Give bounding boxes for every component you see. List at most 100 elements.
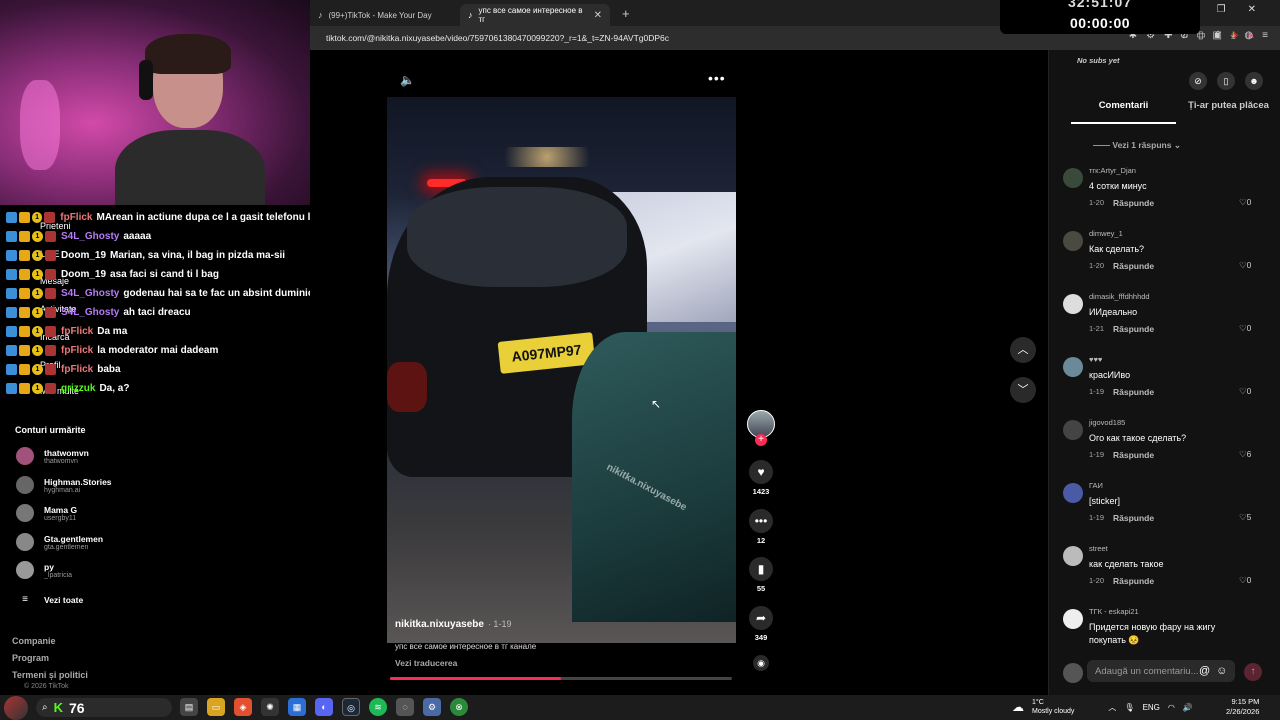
following-item[interactable]: py _lpatricia	[16, 561, 72, 579]
weather-widget[interactable]: 1°C Mostly cloudy	[1032, 698, 1074, 716]
close-tab-icon[interactable]: ✕	[594, 10, 602, 21]
author-name[interactable]: nikitka.nixuyasebe	[395, 619, 484, 630]
vpn-icon[interactable]: ◍	[1244, 30, 1253, 41]
user-avatar-icon[interactable]: ☻	[1245, 72, 1263, 90]
comment-like-button[interactable]: ♡0	[1239, 197, 1251, 208]
comment-username[interactable]: dimasik_fffdhhhdd	[1089, 292, 1150, 301]
follow-plus-icon[interactable]: +	[755, 434, 767, 446]
comment-like-button[interactable]: ♡0	[1239, 386, 1251, 397]
next-video-button[interactable]: ﹀	[1010, 377, 1036, 403]
steam-icon[interactable]: ◎	[342, 698, 360, 716]
language-indicator[interactable]: ENG	[1143, 703, 1160, 712]
chat-username[interactable]: fpFlick	[61, 326, 93, 337]
following-item[interactable]: Gta.gentlemen gta.gentlemen	[16, 533, 103, 551]
comment-username[interactable]: ТГК - eskapi21	[1089, 607, 1139, 616]
avatar[interactable]	[1063, 609, 1083, 629]
taskbar-search[interactable]: ⌕ K 76	[36, 698, 172, 717]
comment-username[interactable]: ♥♥♥	[1089, 355, 1102, 364]
download-icon[interactable]: ⤓	[1231, 30, 1235, 41]
app-icon[interactable]: ◌	[396, 698, 414, 716]
spotify-icon[interactable]: ≋	[369, 698, 387, 716]
avatar[interactable]	[1063, 546, 1083, 566]
chat-username[interactable]: S4L_Ghosty	[61, 288, 119, 299]
comment-username[interactable]: ГАИ	[1089, 481, 1103, 490]
see-translation-button[interactable]: Vezi traducerea	[395, 658, 457, 668]
clock[interactable]: 9:15 PM 2/26/2026	[1226, 697, 1259, 717]
mention-icon[interactable]: @	[1199, 665, 1210, 677]
view-replies-toggle[interactable]: —— Vezi 1 răspuns ⌄	[1093, 140, 1181, 151]
reply-button[interactable]: Răspunde	[1113, 198, 1154, 208]
reply-button[interactable]: Răspunde	[1113, 576, 1154, 586]
chat-username[interactable]: S4L_Ghosty	[61, 307, 119, 318]
video-player[interactable]: A097MP97 nikitka.nixuyasebe	[387, 97, 736, 643]
following-item[interactable]: Mama Gusergby11	[16, 504, 77, 522]
comment-like-button[interactable]: ♡0	[1239, 575, 1251, 586]
footer-program[interactable]: Program	[12, 650, 88, 667]
save-button[interactable]: ▮ 55	[745, 557, 777, 593]
chat-username[interactable]: fpFlick	[60, 212, 92, 223]
phone-icon[interactable]: ▯	[1217, 72, 1235, 90]
send-comment-button[interactable]: ↑	[1244, 663, 1262, 681]
tab-you-may-like[interactable]: Ți-ar putea plăcea	[1176, 100, 1280, 124]
chat-username[interactable]: fpFlick	[61, 364, 93, 375]
avatar[interactable]	[1063, 483, 1083, 503]
new-tab-icon[interactable]: +	[622, 6, 630, 21]
chevron-up-icon[interactable]: ︿	[1108, 702, 1116, 713]
avatar[interactable]	[1063, 420, 1083, 440]
video-progress-bar[interactable]	[390, 677, 732, 680]
discord-icon[interactable]: ◐	[315, 698, 333, 716]
wifi-icon[interactable]: ◠	[1168, 703, 1175, 712]
chat-username[interactable]: Doom_19	[61, 269, 106, 280]
comment-like-button[interactable]: ♡0	[1239, 323, 1251, 334]
avatar[interactable]	[1063, 231, 1083, 251]
task-view-icon[interactable]: ▤	[180, 698, 198, 716]
following-item[interactable]: Highman.Stories hyghman.ai	[16, 476, 112, 494]
comment-username[interactable]: jigovod185	[1089, 418, 1125, 427]
reply-button[interactable]: Răspunde	[1113, 261, 1154, 271]
speaker-icon[interactable]: 🔊	[1183, 703, 1193, 712]
comment-username[interactable]: dimwey_1	[1089, 229, 1123, 238]
microphone-icon[interactable]: 🎙	[1124, 703, 1134, 712]
footer-company[interactable]: Companie	[12, 633, 88, 650]
menu-icon[interactable]: ≡	[1262, 30, 1268, 41]
comment-like-button[interactable]: ♡6	[1239, 449, 1251, 460]
emoji-icon[interactable]: ☺	[1216, 665, 1227, 677]
tab-tiktok-video[interactable]: ♪ упс все самое интересное в тг ✕	[460, 4, 610, 26]
wallet-icon[interactable]: ▣	[1213, 30, 1222, 41]
previous-video-button[interactable]: ︿	[1010, 337, 1036, 363]
reply-button[interactable]: Răspunde	[1113, 450, 1154, 460]
chat-username[interactable]: grizzuk	[61, 383, 95, 394]
xbox-icon[interactable]: ⊗	[450, 698, 468, 716]
more-options-icon[interactable]: •••	[708, 70, 726, 86]
url-text[interactable]: tiktok.com/@nikitka.nixuyasebe/video/759…	[326, 33, 669, 43]
reply-button[interactable]: Răspunde	[1113, 324, 1154, 334]
file-explorer-icon[interactable]: ▭	[207, 698, 225, 716]
comment-button[interactable]: ••• 12	[745, 509, 777, 545]
tab-comments[interactable]: Comentarii	[1071, 100, 1176, 124]
volume-icon[interactable]: 🔈	[400, 73, 415, 87]
start-avatar-icon[interactable]	[4, 696, 28, 720]
avatar[interactable]	[1063, 294, 1083, 314]
footer-terms[interactable]: Termeni și politici	[12, 667, 88, 684]
sound-button[interactable]: ◉	[745, 655, 777, 671]
see-all-button[interactable]: ≡ Vezi toate	[16, 594, 83, 605]
chat-username[interactable]: S4L_Ghosty	[61, 231, 119, 242]
sidebar-icon[interactable]: ▯	[1198, 30, 1204, 41]
comment-like-button[interactable]: ♡5	[1239, 512, 1251, 523]
comment-username[interactable]: тгк:Artyr_Djan	[1089, 166, 1136, 175]
chat-username[interactable]: Doom_19	[61, 250, 106, 261]
settings-icon[interactable]: ⚙	[423, 698, 441, 716]
maximize-icon[interactable]: ❐	[1217, 4, 1226, 15]
store-icon[interactable]: ▦	[288, 698, 306, 716]
comment-like-button[interactable]: ♡0	[1239, 260, 1251, 271]
share-button[interactable]: ➦ 349	[745, 606, 777, 642]
tab-tiktok-home[interactable]: ♪ (99+)TikTok - Make Your Day	[310, 4, 460, 26]
reply-button[interactable]: Răspunde	[1113, 513, 1154, 523]
close-window-icon[interactable]: ✕	[1248, 4, 1256, 15]
compass-icon[interactable]: ⊘	[1189, 72, 1207, 90]
like-button[interactable]: ♥ 1423	[745, 460, 777, 496]
chatgpt-icon[interactable]: ✺	[261, 698, 279, 716]
avatar[interactable]	[1063, 357, 1083, 377]
reply-button[interactable]: Răspunde	[1113, 387, 1154, 397]
following-item[interactable]: thatwomvn thatwomvn	[16, 447, 89, 465]
